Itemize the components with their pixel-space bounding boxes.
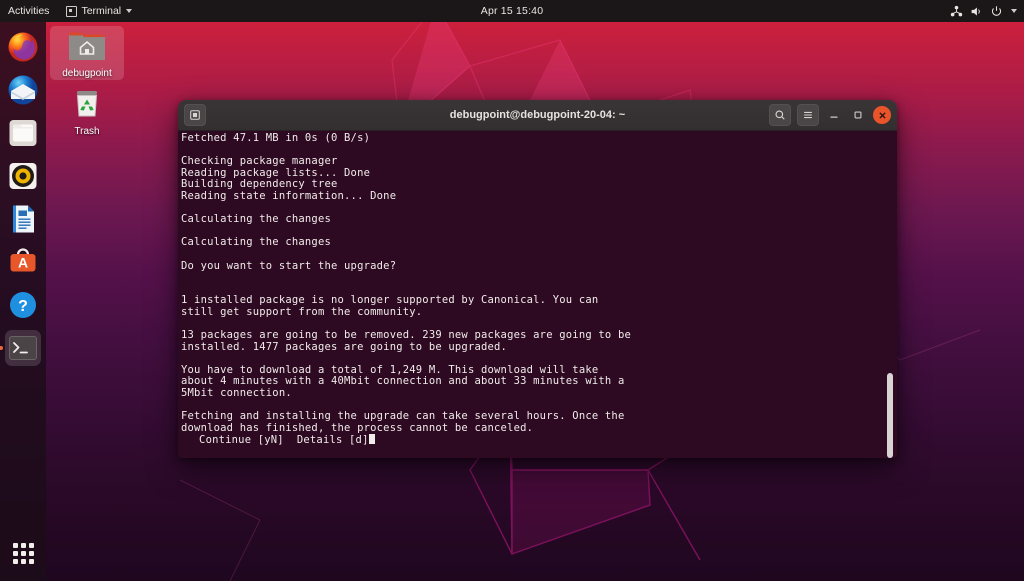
help-icon: ?: [7, 289, 39, 321]
maximize-icon[interactable]: [849, 106, 867, 124]
app-menu-button[interactable]: Terminal: [58, 0, 140, 22]
power-icon[interactable]: [990, 5, 1003, 18]
dock-item-rhythmbox[interactable]: [5, 158, 41, 194]
grid-dot: [13, 551, 18, 556]
tray-chevron-down-icon[interactable]: [1011, 9, 1017, 13]
app-menu-label: Terminal: [81, 0, 121, 22]
dock-item-ubuntu-software[interactable]: A: [5, 244, 41, 280]
dock-item-terminal[interactable]: [5, 330, 41, 366]
chevron-down-icon: [126, 9, 132, 13]
desktop-icon-label: Trash: [74, 126, 99, 138]
window-icon: [66, 6, 77, 17]
grid-dot: [29, 559, 34, 564]
volume-icon[interactable]: [970, 5, 983, 18]
dock-item-thunderbird[interactable]: [5, 72, 41, 108]
clock[interactable]: Apr 15 15:40: [0, 5, 1024, 17]
grid-dot: [29, 551, 34, 556]
close-icon[interactable]: [873, 106, 891, 124]
grid-dot: [13, 543, 18, 548]
terminal-icon: [7, 332, 39, 364]
ubuntu-software-icon: A: [7, 246, 39, 278]
files-icon: [7, 117, 39, 149]
dock-item-help[interactable]: ?: [5, 287, 41, 323]
grid-dot: [29, 543, 34, 548]
terminal-prompt: Continue [yN] Details [d]: [181, 434, 369, 446]
rhythmbox-icon: [7, 160, 39, 192]
desktop-icon-label: debugpoint: [62, 68, 112, 80]
grid-dot: [21, 551, 26, 556]
terminal-cursor: [369, 434, 375, 444]
terminal-body[interactable]: Fetched 47.1 MB in 0s (0 B/s) Checking p…: [178, 131, 897, 458]
show-applications-button[interactable]: [5, 535, 41, 571]
top-bar: Activities Terminal Apr 15 15:40: [0, 0, 1024, 22]
dock-item-firefox[interactable]: [5, 29, 41, 65]
grid-dot: [21, 543, 26, 548]
terminal-scrollbar[interactable]: [886, 131, 894, 458]
terminal-tab-icon[interactable]: [184, 104, 206, 126]
grid-dot: [21, 559, 26, 564]
grid-dot: [13, 559, 18, 564]
dock-item-libreoffice-writer[interactable]: [5, 201, 41, 237]
activities-button[interactable]: Activities: [0, 0, 58, 22]
desktop-screen: Activities Terminal Apr 15 15:40: [0, 0, 1024, 581]
dock: A ?: [0, 22, 46, 581]
terminal-scrollbar-thumb[interactable]: [887, 373, 893, 458]
dock-item-files[interactable]: [5, 115, 41, 151]
terminal-output-text: Fetched 47.1 MB in 0s (0 B/s) Checking p…: [181, 132, 631, 434]
firefox-icon: [7, 31, 39, 63]
terminal-output: Fetched 47.1 MB in 0s (0 B/s) Checking p…: [181, 133, 883, 447]
desktop-icon-trash[interactable]: Trash: [50, 84, 124, 138]
system-tray[interactable]: [950, 5, 1017, 18]
minimize-icon[interactable]: [825, 106, 843, 124]
terminal-window[interactable]: debugpoint@debugpoint-20-04: ~: [178, 100, 897, 458]
network-icon[interactable]: [950, 5, 963, 18]
svg-text:?: ?: [18, 298, 28, 315]
libreoffice-writer-icon: [7, 203, 39, 235]
svg-text:A: A: [18, 255, 28, 271]
search-icon[interactable]: [769, 104, 791, 126]
trash-icon: [64, 84, 110, 124]
terminal-titlebar[interactable]: debugpoint@debugpoint-20-04: ~: [178, 100, 897, 131]
desktop-icon-home-folder[interactable]: debugpoint: [50, 26, 124, 80]
hamburger-menu-icon[interactable]: [797, 104, 819, 126]
thunderbird-icon: [7, 74, 39, 106]
home-folder-icon: [64, 26, 110, 66]
